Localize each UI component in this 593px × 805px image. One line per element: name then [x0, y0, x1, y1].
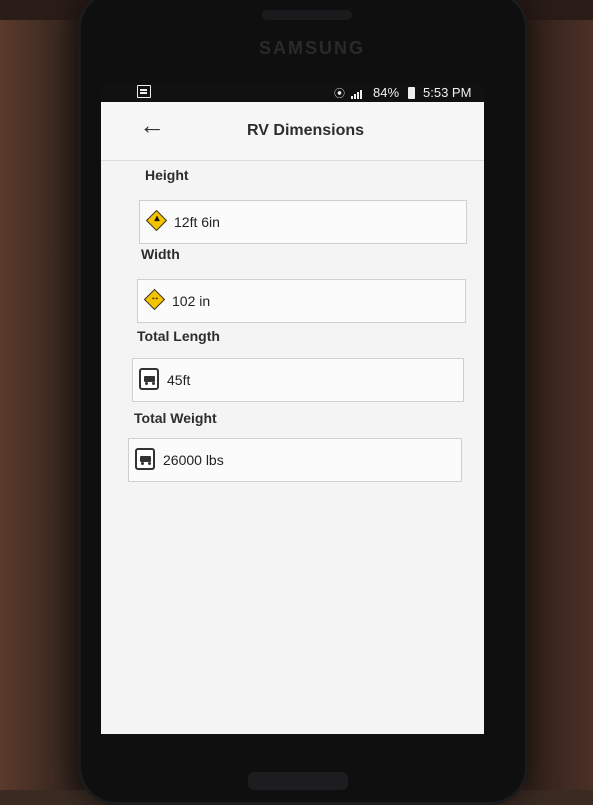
total-length-label: Total Length	[137, 328, 220, 344]
background-right	[523, 0, 593, 790]
total-weight-field[interactable]: 26000 lbs	[128, 438, 462, 482]
wifi-icon: ⦿	[334, 88, 345, 100]
phone-screen: ⦿ 84% 5:53 PM ← RV Dimensions Height ▴ 1…	[101, 84, 484, 734]
total-length-field[interactable]: 45ft	[132, 358, 464, 402]
height-field[interactable]: ▴ 12ft 6in	[139, 200, 467, 244]
signal-icon	[351, 89, 363, 99]
width-value: 102 in	[172, 293, 211, 309]
height-value: 12ft 6in	[174, 214, 220, 230]
app-bar: ← RV Dimensions	[101, 102, 484, 161]
total-weight-value: 26000 lbs	[163, 452, 224, 468]
width-sign-icon: ↔	[143, 288, 166, 311]
phone-speaker	[262, 10, 352, 20]
total-length-value: 45ft	[167, 372, 191, 388]
background-left	[0, 0, 90, 790]
battery-icon	[408, 87, 415, 99]
width-field[interactable]: ↔ 102 in	[137, 279, 466, 323]
height-sign-icon: ▴	[145, 209, 168, 232]
status-bar: ⦿ 84% 5:53 PM	[101, 84, 484, 102]
truck-length-icon	[139, 368, 161, 390]
width-label: Width	[141, 246, 180, 262]
height-label: Height	[145, 167, 189, 183]
page-title: RV Dimensions	[247, 122, 365, 139]
truck-weight-icon	[135, 448, 157, 470]
back-arrow-icon[interactable]: ←	[139, 112, 165, 138]
home-button[interactable]	[248, 772, 348, 790]
status-time: 5:53 PM	[423, 85, 472, 100]
phone-brand: SAMSUNG	[258, 38, 365, 58]
battery-percentage: 84%	[373, 85, 400, 100]
notification-icon	[137, 85, 151, 98]
total-weight-label: Total Weight	[134, 410, 217, 426]
